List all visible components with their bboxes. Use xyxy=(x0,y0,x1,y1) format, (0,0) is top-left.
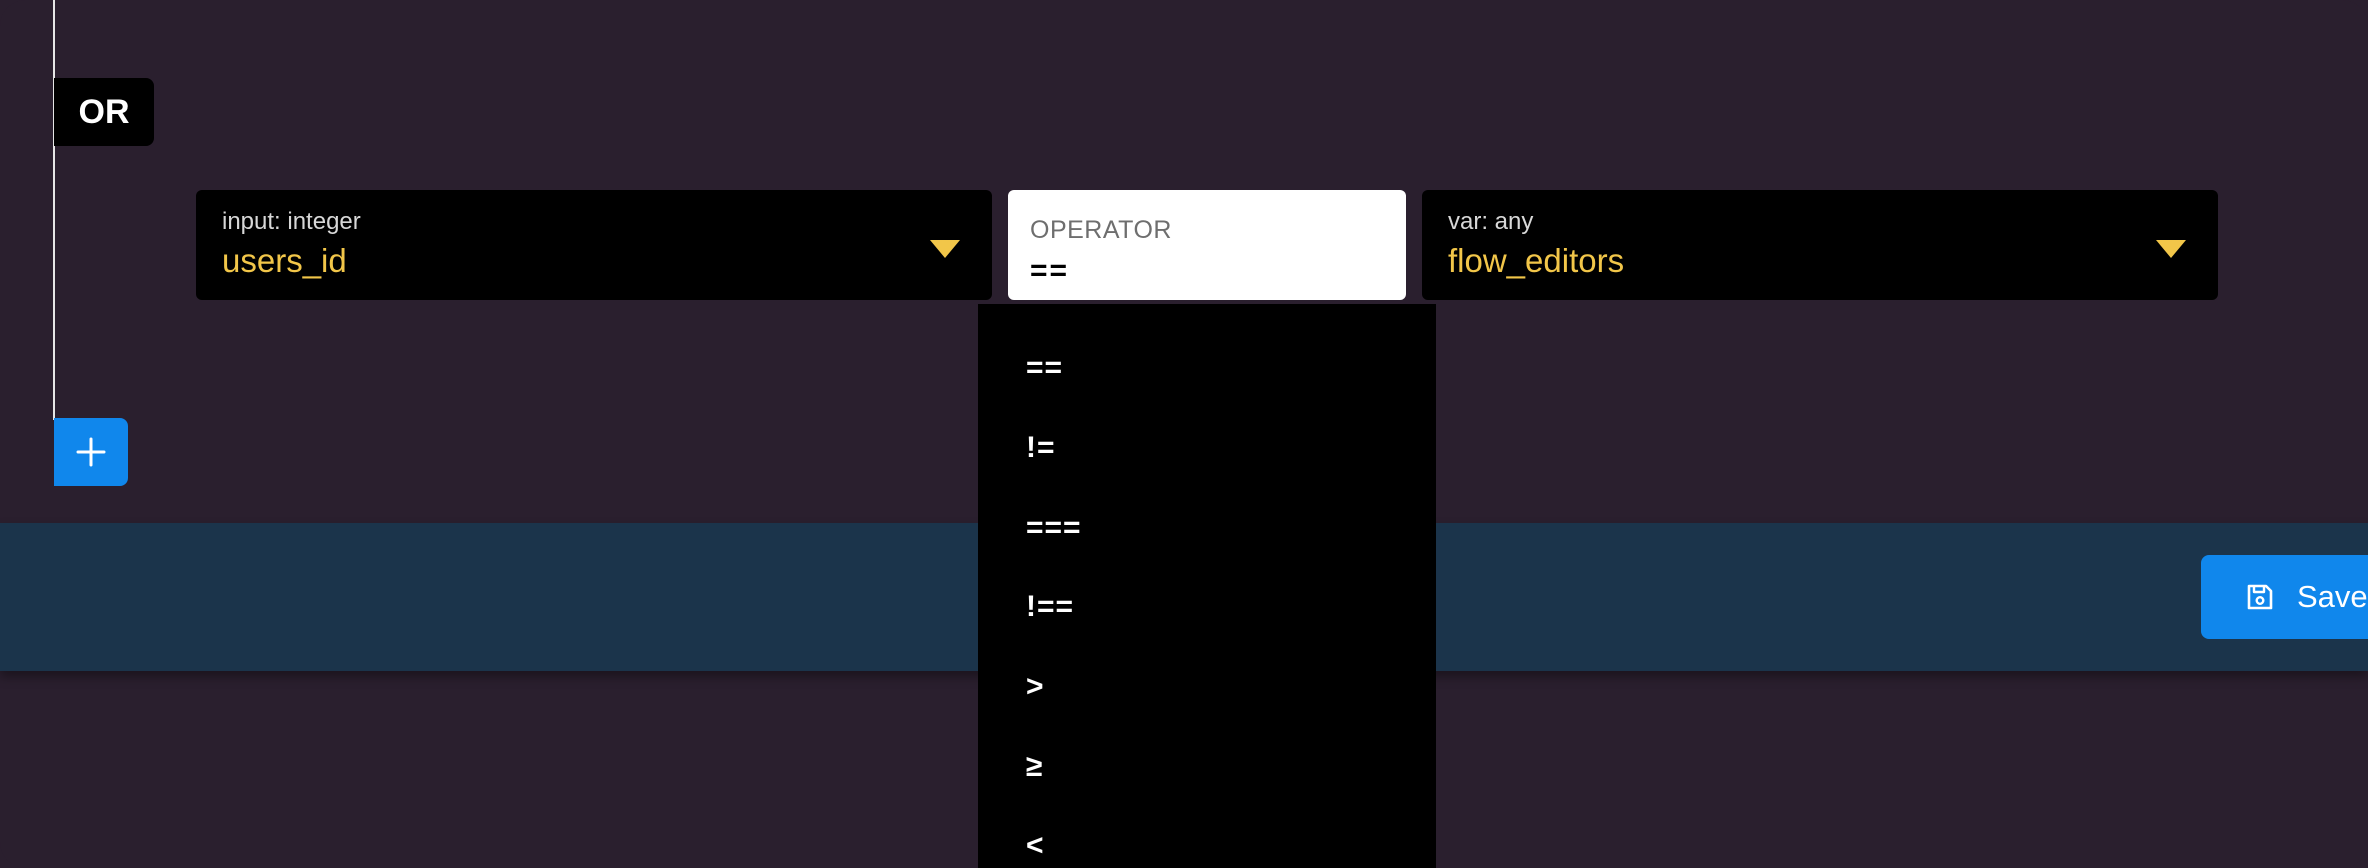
operator-field-value: == xyxy=(1030,254,1070,287)
caret-down-icon[interactable] xyxy=(2156,240,2186,258)
operator-option[interactable]: == xyxy=(1026,351,1063,385)
plus-icon xyxy=(76,437,106,467)
floppy-disk-icon xyxy=(2245,582,2275,612)
operator-option[interactable]: ≥ xyxy=(1026,750,1043,784)
operator-option[interactable]: === xyxy=(1026,511,1082,545)
operator-option[interactable]: !== xyxy=(1026,590,1074,624)
operator-dropdown: == != === !== > ≥ < xyxy=(978,304,1436,868)
caret-down-icon[interactable] xyxy=(930,240,960,258)
operator-option[interactable]: != xyxy=(1026,431,1056,465)
input-select[interactable]: input: integer users_id xyxy=(196,190,992,300)
operator-option[interactable]: > xyxy=(1026,670,1045,704)
condition-connector-line xyxy=(53,0,55,420)
add-condition-button[interactable] xyxy=(54,418,128,486)
condition-editor-page: OR input: integer users_id OPERATOR == v… xyxy=(0,0,2368,868)
save-button[interactable]: Save xyxy=(2201,555,2368,639)
operator-field[interactable]: OPERATOR == xyxy=(1008,190,1406,300)
operator-option[interactable]: < xyxy=(1026,829,1045,863)
var-select-caption: var: any xyxy=(1448,208,1534,235)
input-select-caption: input: integer xyxy=(222,208,361,235)
var-select[interactable]: var: any flow_editors xyxy=(1422,190,2218,300)
operator-field-label: OPERATOR xyxy=(1030,216,1172,244)
logic-or-badge[interactable]: OR xyxy=(54,78,154,146)
var-select-value: flow_editors xyxy=(1448,242,1625,279)
input-select-value: users_id xyxy=(222,242,347,279)
save-button-label: Save xyxy=(2297,579,2368,614)
